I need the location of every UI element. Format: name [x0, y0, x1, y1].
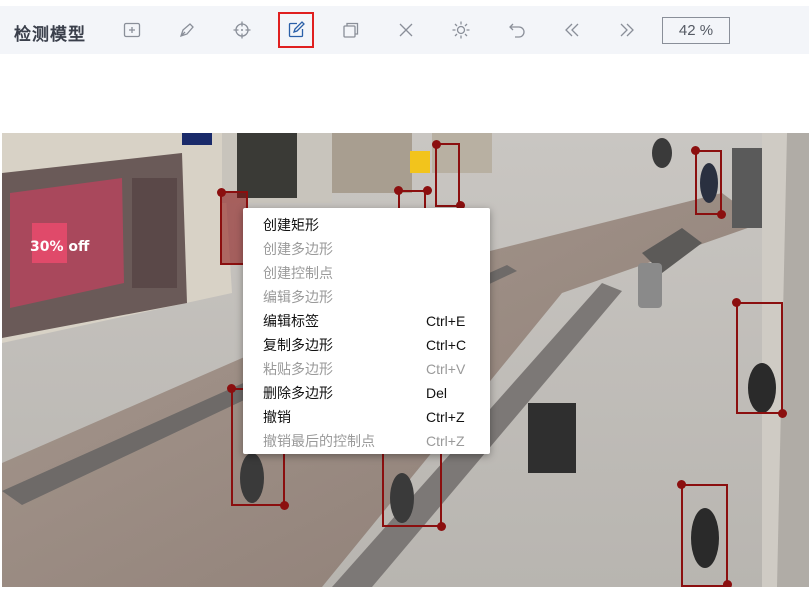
annotation-box[interactable]: [736, 302, 783, 414]
annotation-box[interactable]: [695, 150, 722, 215]
control-point[interactable]: [723, 580, 732, 587]
menu-item-label: 创建矩形: [263, 218, 319, 234]
undo-button[interactable]: [499, 12, 535, 48]
menu-item-edit-polygon[interactable]: 编辑多边形: [243, 285, 490, 309]
crosshair-icon: [233, 21, 251, 39]
menu-item-label: 创建多边形: [263, 242, 333, 258]
menu-item-create-polygon[interactable]: 创建多边形: [243, 237, 490, 261]
crosshair-button[interactable]: [224, 12, 260, 48]
control-point[interactable]: [394, 186, 403, 195]
menu-item-undo[interactable]: 撤销 Ctrl+Z: [243, 405, 490, 429]
close-icon: [399, 23, 413, 37]
control-point[interactable]: [227, 384, 236, 393]
control-point[interactable]: [677, 480, 686, 489]
copy-icon: [343, 22, 359, 38]
control-point[interactable]: [778, 409, 787, 418]
menu-item-label: 编辑标签: [263, 314, 319, 330]
menu-item-shortcut: Ctrl+Z: [426, 433, 465, 449]
annotation-box[interactable]: [435, 143, 460, 207]
undo-icon: [509, 23, 525, 38]
control-point[interactable]: [437, 522, 446, 531]
brightness-button[interactable]: [443, 12, 479, 48]
menu-item-label: 撤销: [263, 410, 291, 426]
control-point[interactable]: [423, 186, 432, 195]
control-point[interactable]: [732, 298, 741, 307]
next-button[interactable]: [609, 12, 645, 48]
control-point[interactable]: [217, 188, 226, 197]
copy-button[interactable]: [333, 12, 369, 48]
menu-item-delete-polygon[interactable]: 删除多边形 Del: [243, 381, 490, 405]
control-point[interactable]: [717, 210, 726, 219]
menu-item-shortcut: Ctrl+E: [426, 313, 466, 329]
control-point[interactable]: [432, 140, 441, 149]
menu-item-shortcut: Ctrl+V: [426, 361, 466, 377]
menu-item-label: 撤销最后的控制点: [263, 434, 375, 450]
annotation-box[interactable]: [681, 484, 728, 587]
context-menu: 创建矩形 创建多边形 创建控制点 编辑多边形 编辑标签 Ctrl+E 复制多边形…: [243, 208, 490, 454]
brightness-icon: [452, 21, 470, 39]
add-box-button[interactable]: [114, 12, 150, 48]
menu-item-edit-label[interactable]: 编辑标签 Ctrl+E: [243, 309, 490, 333]
pen-button[interactable]: [169, 12, 205, 48]
menu-item-undo-last-point[interactable]: 撤销最后的控制点 Ctrl+Z: [243, 429, 490, 453]
model-title: 检测模型: [14, 25, 86, 45]
zoom-level[interactable]: 42 %: [662, 17, 730, 44]
next-icon: [620, 23, 634, 37]
edit-icon: [288, 21, 305, 38]
menu-item-shortcut: Ctrl+C: [426, 337, 467, 353]
prev-icon: [565, 23, 579, 37]
menu-item-copy-polygon[interactable]: 复制多边形 Ctrl+C: [243, 333, 490, 357]
menu-item-label: 创建控制点: [263, 266, 333, 282]
control-point[interactable]: [691, 146, 700, 155]
menu-item-shortcut: Del: [426, 385, 448, 401]
edit-button[interactable]: [278, 12, 314, 48]
add-box-icon: [123, 22, 141, 38]
menu-item-label: 粘贴多边形: [263, 362, 333, 378]
menu-item-create-rectangle[interactable]: 创建矩形: [243, 213, 490, 237]
annotation-app: 检测模型 42 % 30% off 创建矩形 创建多边形 创建控制点 编辑多边形…: [0, 0, 809, 597]
prev-button[interactable]: [554, 12, 590, 48]
delete-button[interactable]: [388, 12, 424, 48]
menu-item-label: 删除多边形: [263, 386, 333, 402]
pen-icon: [179, 23, 194, 38]
toolbar: 检测模型 42 %: [0, 6, 809, 54]
menu-item-label: 复制多边形: [263, 338, 333, 354]
menu-item-paste-polygon[interactable]: 粘贴多边形 Ctrl+V: [243, 357, 490, 381]
menu-item-label: 编辑多边形: [263, 290, 333, 306]
shop-sign-text: 30% off: [30, 239, 90, 255]
menu-item-shortcut: Ctrl+Z: [426, 409, 465, 425]
control-point[interactable]: [280, 501, 289, 510]
menu-item-create-control-point[interactable]: 创建控制点: [243, 261, 490, 285]
